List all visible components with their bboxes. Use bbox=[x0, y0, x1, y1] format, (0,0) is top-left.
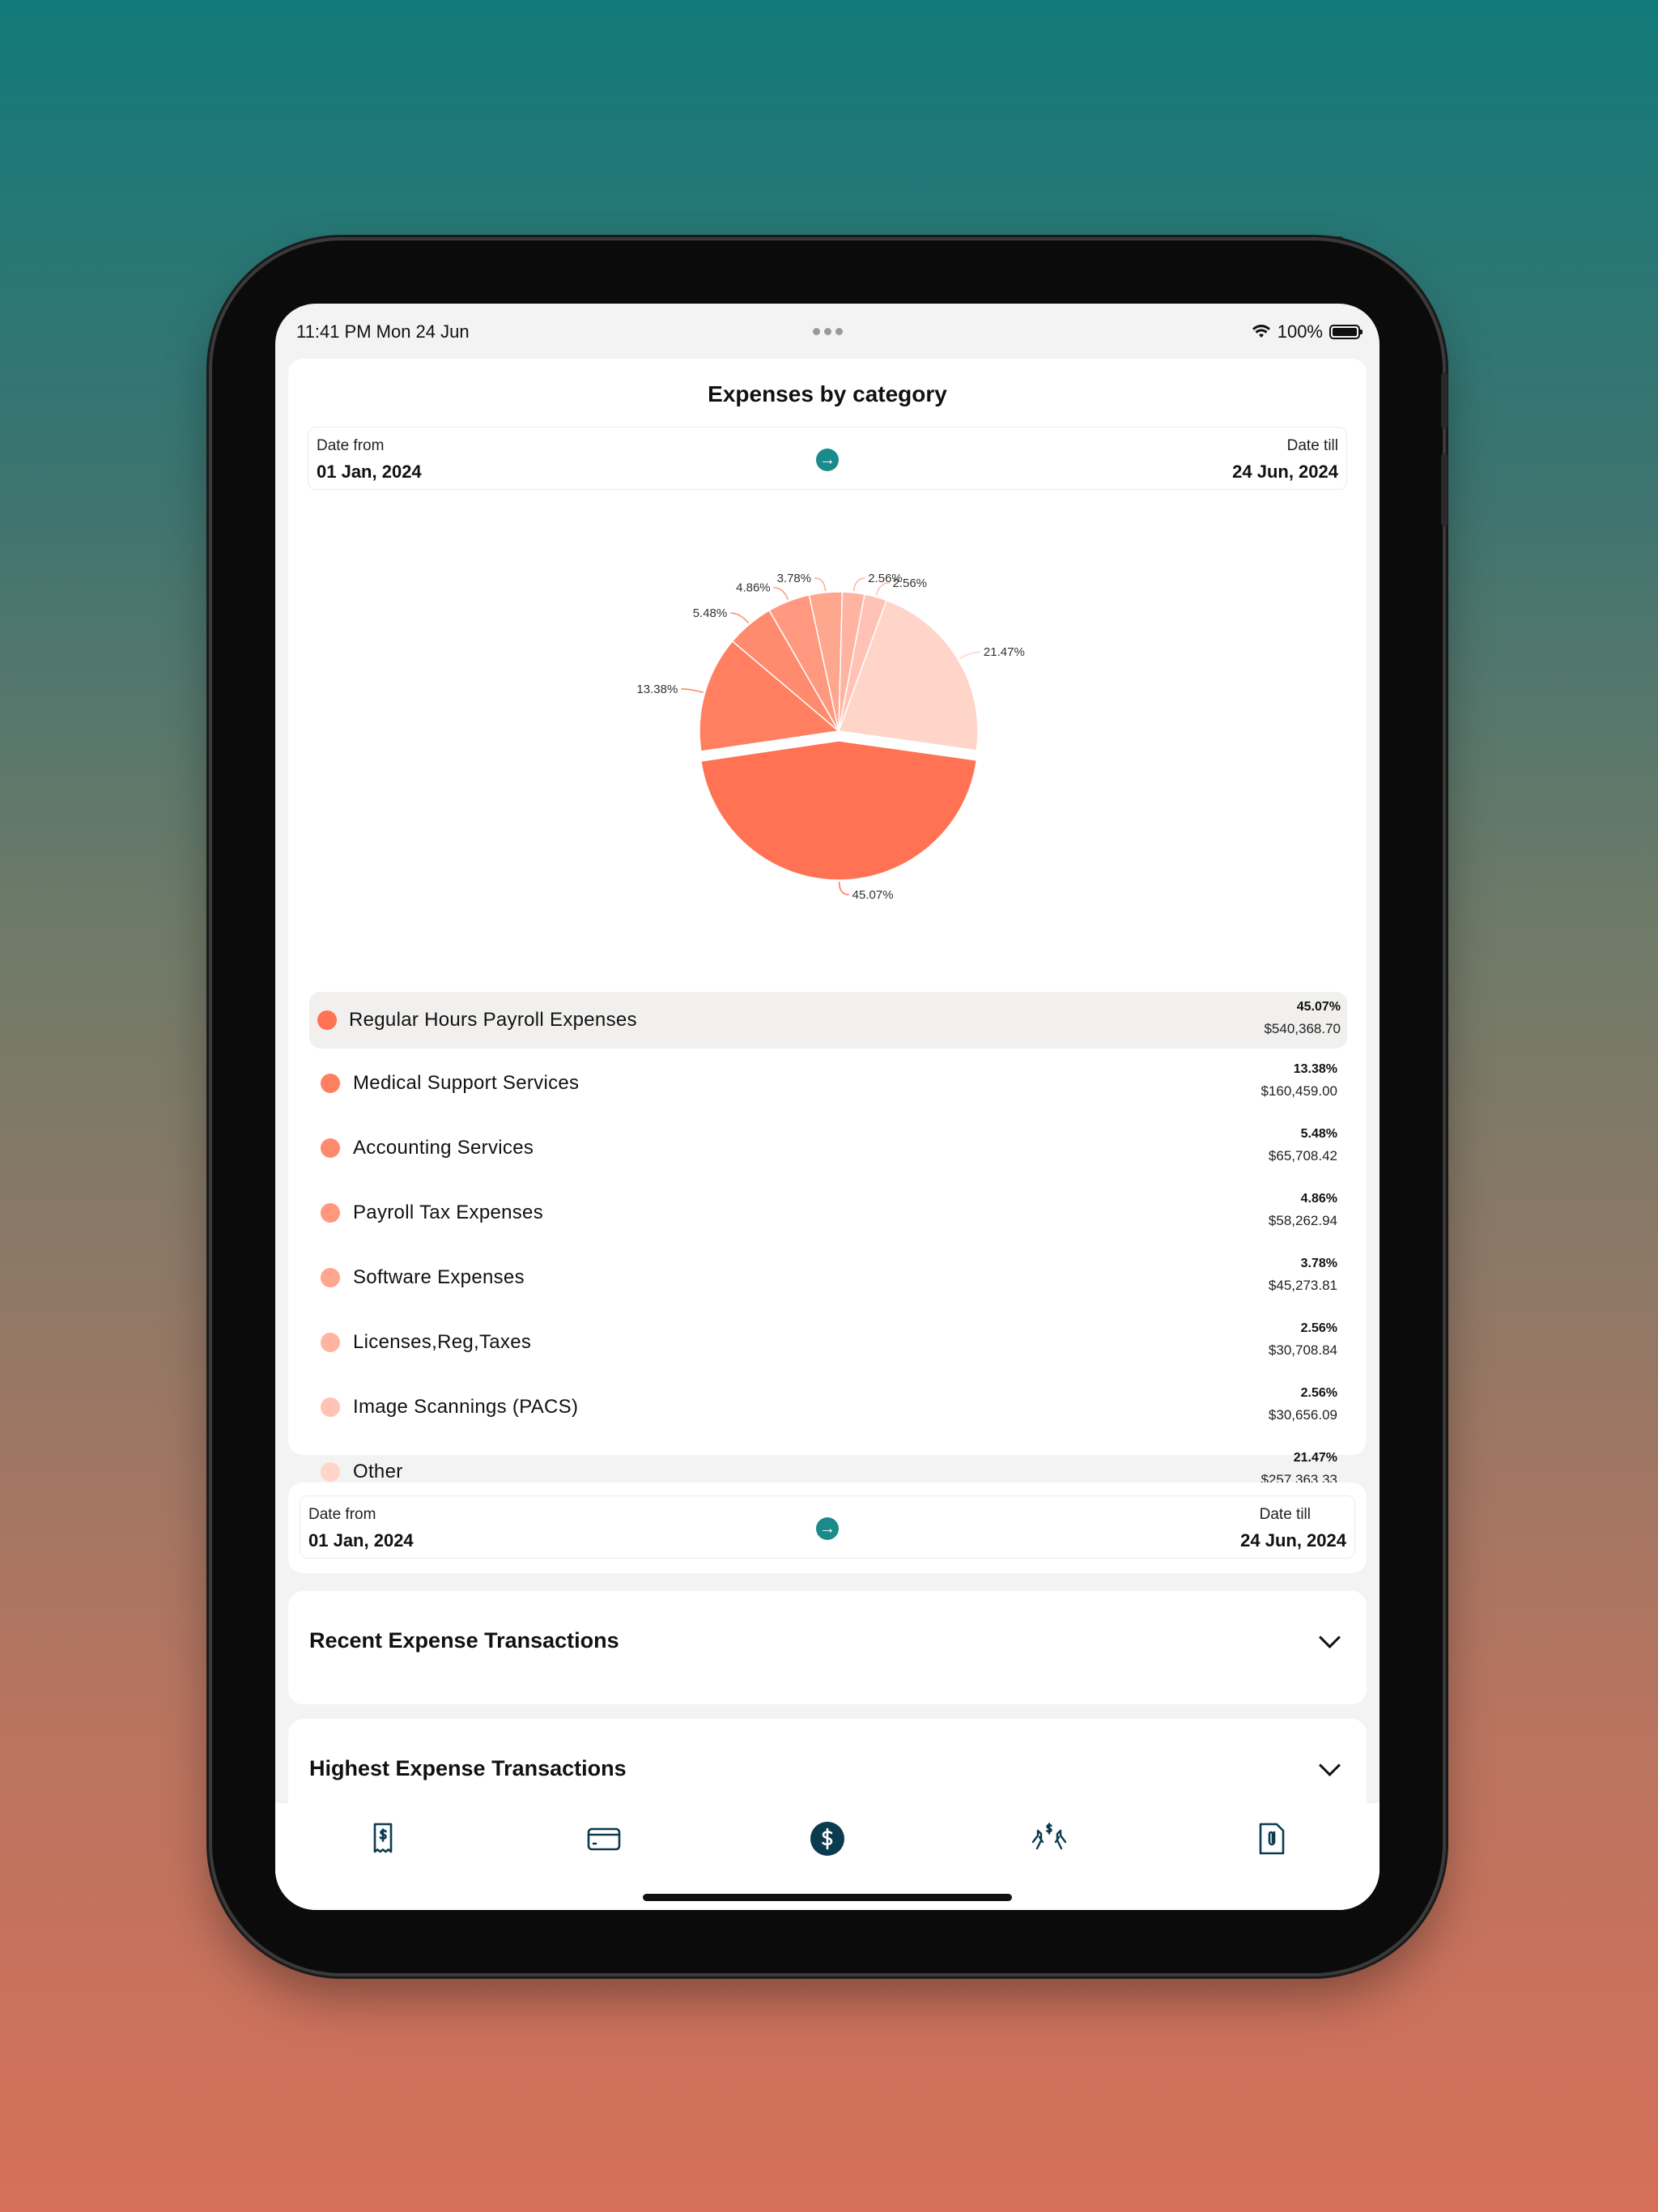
date-till-value[interactable]: 24 Jun, 2024 bbox=[1232, 462, 1338, 483]
legend-name: Payroll Tax Expenses bbox=[353, 1202, 544, 1223]
legend-color-dot bbox=[321, 1333, 340, 1352]
legend-item[interactable]: Image Scannings (PACS) 2.56% $30,656.09 bbox=[309, 1376, 1347, 1441]
receipt-icon[interactable] bbox=[363, 1819, 402, 1858]
legend-amount: $45,273.81 bbox=[1268, 1278, 1337, 1293]
wifi-icon bbox=[1252, 325, 1270, 338]
legend-color-dot bbox=[321, 1397, 340, 1417]
pie-leader-line bbox=[814, 577, 827, 591]
legend-percent: 5.48% bbox=[1300, 1127, 1337, 1141]
hands-icon[interactable] bbox=[1030, 1819, 1069, 1858]
date-till-value[interactable]: 24 Jun, 2024 bbox=[1240, 1530, 1346, 1551]
legend-name: Other bbox=[353, 1461, 403, 1482]
chevron-down-icon[interactable] bbox=[1319, 1627, 1341, 1648]
date-till-label: Date till bbox=[1286, 437, 1338, 454]
date-from-value[interactable]: 01 Jan, 2024 bbox=[317, 462, 422, 483]
status-time: 11:41 PM Mon 24 Jun bbox=[296, 321, 470, 342]
expenses-by-category-card: Expenses by category Date from 01 Jan, 2… bbox=[288, 359, 1367, 1487]
accordion-title: Recent Expense Transactions bbox=[309, 1628, 619, 1653]
legend-amount: $160,459.00 bbox=[1261, 1083, 1337, 1099]
legend-name: Licenses,Reg,Taxes bbox=[353, 1331, 532, 1353]
legend-color-dot bbox=[321, 1138, 340, 1158]
date-from-value[interactable]: 01 Jan, 2024 bbox=[308, 1530, 414, 1551]
attachment-icon[interactable] bbox=[1252, 1819, 1291, 1858]
device-side-button bbox=[1441, 453, 1448, 526]
legend-amount: $30,656.09 bbox=[1268, 1407, 1337, 1423]
date-from-label: Date from bbox=[317, 437, 385, 454]
pie-chart-svg: 45.07%13.38%5.48%4.86%3.78% 2.56%2.56%21.… bbox=[636, 572, 1025, 902]
card-title: Expenses by category bbox=[708, 381, 947, 406]
app-screen: 11:41 PM Mon 24 Jun 100% Expenses by cat… bbox=[275, 304, 1380, 1910]
arrow-right-icon: → bbox=[816, 449, 839, 471]
pie-slice-label: 3.78% bbox=[777, 572, 812, 585]
legend-percent: 3.78% bbox=[1300, 1257, 1337, 1270]
legend-percent: 4.86% bbox=[1300, 1192, 1337, 1206]
date-from-label: Date from bbox=[308, 1506, 376, 1523]
date-range-selector[interactable]: Date from 01 Jan, 2024 → Date till 24 Ju… bbox=[300, 1495, 1355, 1559]
status-bar: 11:41 PM Mon 24 Jun 100% bbox=[275, 304, 1380, 360]
legend-item[interactable]: Payroll Tax Expenses 4.86% $58,262.94 bbox=[309, 1182, 1347, 1247]
legend-item[interactable]: Software Expenses 3.78% $45,273.81 bbox=[309, 1247, 1347, 1312]
pie-leader-line bbox=[959, 651, 980, 660]
pie-leader-line bbox=[852, 577, 865, 592]
legend-color-dot bbox=[321, 1462, 340, 1482]
legend-item[interactable]: Licenses,Reg,Taxes 2.56% $30,708.84 bbox=[309, 1312, 1347, 1376]
pie-leader-line bbox=[773, 586, 789, 600]
legend-amount: $65,708.42 bbox=[1268, 1148, 1337, 1163]
pie-leader-line bbox=[730, 612, 750, 623]
legend-item[interactable]: Accounting Services 5.48% $65,708.42 bbox=[309, 1117, 1347, 1182]
legend-color-dot bbox=[321, 1074, 340, 1093]
pie-leader-line bbox=[681, 688, 704, 694]
pie-slice-label: 5.48% bbox=[693, 606, 728, 620]
arrow-right-icon: → bbox=[816, 1517, 839, 1540]
pie-chart: 45.07% 13.38% 5.48% 4.86% 3.78% 2.56% 2.56% 21.… bbox=[596, 521, 1082, 942]
legend-name: Regular Hours Payroll Expenses bbox=[349, 1009, 637, 1031]
legend-amount: $540,368.70 bbox=[1264, 1021, 1341, 1036]
multitasking-dots-icon[interactable] bbox=[813, 328, 843, 335]
legend-color-dot bbox=[321, 1268, 340, 1287]
battery-percent: 100% bbox=[1277, 321, 1323, 342]
legend-name: Medical Support Services bbox=[353, 1072, 580, 1094]
legend-name: Accounting Services bbox=[353, 1137, 534, 1159]
legend-amount: $58,262.94 bbox=[1268, 1213, 1337, 1228]
legend-percent: 2.56% bbox=[1300, 1386, 1337, 1400]
legend-amount: $30,708.84 bbox=[1268, 1342, 1337, 1358]
legend-item[interactable]: Regular Hours Payroll Expenses 45.07% $5… bbox=[309, 992, 1347, 1049]
home-indicator[interactable] bbox=[643, 1894, 1012, 1901]
pie-slice[interactable] bbox=[700, 740, 978, 881]
pie-slice-label: 13.38% bbox=[636, 683, 678, 696]
pie-slice-label: 21.47% bbox=[984, 645, 1025, 659]
pie-leader-line bbox=[838, 881, 849, 895]
legend-item[interactable]: Medical Support Services 13.38% $160,459… bbox=[309, 1053, 1347, 1117]
legend-percent: 2.56% bbox=[1300, 1321, 1337, 1335]
date-till-label: Date till bbox=[1259, 1506, 1311, 1523]
legend-name: Software Expenses bbox=[353, 1266, 525, 1288]
card-icon[interactable] bbox=[585, 1819, 623, 1858]
legend-percent: 21.47% bbox=[1293, 1451, 1337, 1465]
dollar-icon[interactable] bbox=[808, 1819, 847, 1858]
pie-slice-label: 4.86% bbox=[736, 581, 771, 595]
pie-slice-label: 2.56% bbox=[892, 576, 927, 590]
chevron-down-icon[interactable] bbox=[1319, 1755, 1341, 1776]
legend-name: Image Scannings (PACS) bbox=[353, 1396, 579, 1418]
legend-color-dot bbox=[317, 1010, 337, 1030]
accordion-title: Highest Expense Transactions bbox=[309, 1756, 627, 1780]
recent-transactions-accordion[interactable]: Recent Expense Transactions bbox=[288, 1591, 1367, 1704]
battery-icon bbox=[1329, 325, 1363, 339]
device-side-button bbox=[1441, 372, 1448, 429]
category-legend: Regular Hours Payroll Expenses 45.07% $5… bbox=[309, 992, 1347, 1506]
pie-slice-label: 45.07% bbox=[852, 888, 894, 902]
date-range-selector[interactable]: Date from 01 Jan, 2024 → Date till 24 Ju… bbox=[308, 427, 1347, 490]
legend-percent: 45.07% bbox=[1296, 1000, 1341, 1014]
legend-percent: 13.38% bbox=[1293, 1062, 1337, 1076]
status-right: 100% bbox=[1252, 321, 1363, 342]
legend-color-dot bbox=[321, 1203, 340, 1223]
transactions-date-filter-card: Date from 01 Jan, 2024 → Date till 24 Ju… bbox=[288, 1482, 1367, 1573]
